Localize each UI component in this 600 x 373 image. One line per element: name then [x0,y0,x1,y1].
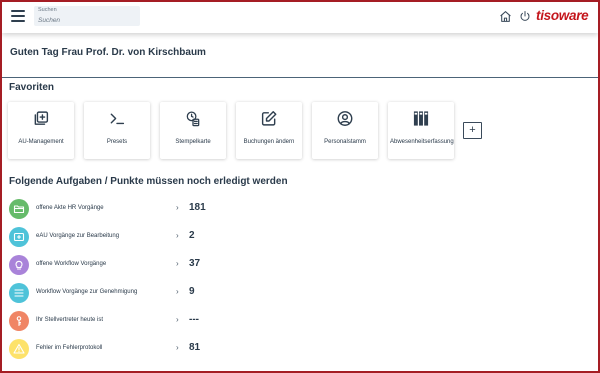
chevron-right-icon: › [176,231,179,240]
chevron-right-icon: › [176,315,179,324]
favorite-tile-buchungen-aendern[interactable]: Buchungen ändern [236,102,302,159]
chevron-right-icon: › [176,203,179,212]
chevron-right-icon: › [176,343,179,352]
terminal-prompt-icon [110,113,125,125]
warning-icon [9,339,29,359]
favorite-tile-stempelkarte[interactable]: Stempelkarte [160,102,226,159]
favorites-title: Favoriten [9,82,55,93]
tile-label: AU-Management [18,139,64,145]
top-bar: Suchen tisoware [2,2,598,33]
tasks-title: Folgende Aufgaben / Punkte müssen noch e… [9,176,288,187]
task-count: 37 [189,258,201,269]
task-count: 81 [189,342,201,353]
list-icon [9,283,29,303]
task-count: --- [189,314,199,325]
task-label: Ihr Stellvertreter heute ist [36,317,104,323]
tile-label: Presets [106,139,128,145]
tile-label: Stempelkarte [175,139,211,145]
task-count: 9 [189,286,195,297]
search-input[interactable] [38,15,136,25]
search-label: Suchen [38,7,57,13]
chevron-right-icon: › [176,287,179,296]
app-frame: Suchen tisoware Guten Tag Frau Prof. Dr.… [0,0,600,373]
add-favorite-button[interactable]: + [463,122,482,139]
search-box[interactable]: Suchen [34,6,140,26]
section-divider [2,77,598,78]
task-row-hr-akte[interactable]: offene Akte HR Vorgänge › 181 [9,199,259,219]
task-count: 2 [189,230,195,241]
favorite-tile-abwesenheitserfassung[interactable]: Abwesenheitserfassung [388,102,454,159]
favorite-tile-personalstamm[interactable]: Personalstamm [312,102,378,159]
favorite-tile-au-management[interactable]: AU-Management [8,102,74,159]
task-row-eau[interactable]: eAU Vorgänge zur Bearbeitung › 2 [9,227,259,247]
tisoware-logo[interactable]: tisoware [536,8,589,23]
lightbulb-icon [9,255,29,275]
power-icon[interactable] [519,10,531,22]
clock-document-icon [186,111,200,127]
task-row-workflow-open[interactable]: offene Workflow Vorgänge › 37 [9,255,259,275]
task-row-workflow-approval[interactable]: Workflow Vorgänge zur Genehmigung › 9 [9,283,259,303]
tile-label: Abwesenheitserfassung [390,139,454,145]
task-label: eAU Vorgänge zur Bearbeitung [36,233,120,239]
tile-label: Buchungen ändern [243,139,295,145]
task-row-fehlerprotokoll[interactable]: Fehler im Fehlerprotokoll › 81 [9,339,259,359]
greeting-title: Guten Tag Frau Prof. Dr. von Kirschbaum [10,47,206,58]
task-count: 181 [189,202,206,213]
chevron-right-icon: › [176,259,179,268]
hamburger-menu-icon[interactable] [11,10,25,22]
task-label: Workflow Vorgänge zur Genehmigung [36,289,138,295]
favorite-tile-presets[interactable]: Presets [84,102,150,159]
task-label: Fehler im Fehlerprotokoll [36,345,103,351]
folder-icon [9,199,29,219]
tile-label: Personalstamm [324,139,366,145]
home-icon[interactable] [499,10,512,23]
edit-pencil-icon [261,111,277,126]
user-circle-icon [337,111,353,126]
person-key-icon [9,311,29,331]
medical-card-icon [9,227,29,247]
task-row-stellvertreter[interactable]: Ihr Stellvertreter heute ist › --- [9,311,259,331]
task-label: offene Workflow Vorgänge [36,261,107,267]
task-label: offene Akte HR Vorgänge [36,205,104,211]
binders-icon [413,111,429,126]
copy-plus-icon [34,111,49,125]
